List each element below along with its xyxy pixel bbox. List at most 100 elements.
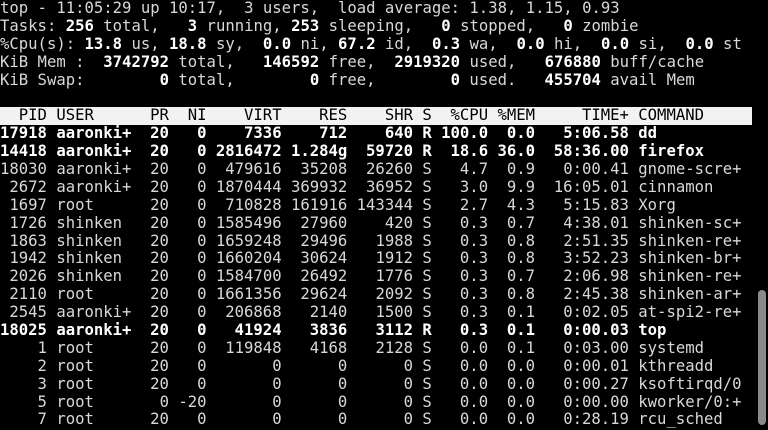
summary-label: sy, <box>206 34 263 53</box>
process-row[interactable]: 2026 shinken 20 0 1584700 26492 1776 S 0.3 0.7 2:0… <box>0 267 768 286</box>
process-row[interactable]: 17918 aaronki+ 20 0 7336 712 640 R 100.0 0.0 5:06.… <box>0 124 768 143</box>
cell-virt: 0 <box>272 374 282 393</box>
cell-virt: 710828 <box>225 195 282 214</box>
cell-command: kworker/0:+ <box>638 392 742 411</box>
summary-label: si, <box>629 34 686 53</box>
process-row[interactable]: 18030 aaronki+ 20 0 479616 35208 26260 S 4.7 0.9 0… <box>0 160 768 179</box>
cell-mem: 36.0 <box>497 142 536 161</box>
cell-time: 2:06.98 <box>563 267 629 286</box>
cell-user: root <box>56 392 94 411</box>
process-row[interactable]: 5 root 0 -20 0 0 0 S 0.0 0.0 0:00.00 kworker/0:+ <box>0 392 768 412</box>
summary-label: buff/cache <box>600 52 705 71</box>
process-row[interactable]: 14418 aaronki+ 20 0 2816472 1.284g 59720 R 18.6 3… <box>0 142 768 161</box>
summary-tasks-line: Tasks: 256 total, 3 running, 253 sleepin… <box>0 16 768 36</box>
cell-pr: 20 <box>150 410 169 429</box>
cell-time: 58:36.00 <box>553 142 629 161</box>
cell-command: shinken-re+ <box>638 231 742 250</box>
summary-label: hi, <box>544 34 601 53</box>
cell-state: S <box>422 231 432 250</box>
process-row[interactable]: 7 root 20 0 0 0 0 S 0.0 0.0 0:28.19 rcu_sched <box>0 411 768 429</box>
cell-command: firefox <box>638 142 704 161</box>
cell-mem: 0.1 <box>506 303 536 322</box>
cell-pid: 14418 <box>0 142 47 161</box>
cell-pr: 20 <box>150 177 169 196</box>
cell-virt: 1584700 <box>215 267 282 286</box>
table-header[interactable]: PID USER PR NI VIRT RES SHR S %CPU %MEM TIME+ COMMA… <box>0 106 752 126</box>
cell-command: shinken-br+ <box>638 249 742 268</box>
summary-label: id, <box>375 34 432 53</box>
cell-time: 0:03.00 <box>563 338 629 357</box>
cell-user: shinken <box>56 231 123 250</box>
summary-label: st <box>713 34 742 53</box>
process-row[interactable]: 2 root 20 0 0 0 0 S 0.0 0.0 0:00.01 kthreadd <box>0 356 768 376</box>
process-row[interactable]: 18025 aaronki+ 20 0 41924 3836 3112 R 0.3 0.1 0:00… <box>0 321 768 340</box>
cell-command: rcu_sched <box>638 410 723 429</box>
header-pr: PR <box>150 106 169 125</box>
summary-label: ni, <box>291 34 339 53</box>
process-row[interactable]: 1863 shinken 20 0 1659248 29496 1988 S 0.3 0.8 2:5… <box>0 231 768 251</box>
process-row[interactable]: 1 root 20 0 119848 4168 2128 S 0.0 0.1 0:03.00 syst… <box>0 338 768 358</box>
process-row[interactable]: 1942 shinken 20 0 1660204 30624 1912 S 0.3 0.8 3:5… <box>0 250 768 268</box>
summary-label: used. <box>460 70 545 89</box>
cell-state: S <box>422 249 432 268</box>
summary-label: wa, <box>460 34 517 53</box>
header-cpu: %CPU <box>450 106 489 125</box>
header-user: USER <box>56 106 94 125</box>
cell-ni: 0 <box>197 321 207 340</box>
cell-user: root <box>56 356 94 375</box>
cell-ni: 0 <box>197 177 207 196</box>
cell-command: kthreadd <box>638 356 714 375</box>
terminal-window[interactable]: top - 11:05:29 up 10:17, 3 users, load a… <box>0 0 768 429</box>
cell-cpu: 0.0 <box>459 410 489 429</box>
cell-pid: 7 <box>37 410 47 429</box>
header-mem: %MEM <box>497 106 536 125</box>
summary-value: 0.0 <box>516 34 545 53</box>
summary-label: stopped, <box>450 16 564 35</box>
process-row[interactable]: 3 root 20 0 0 0 0 S 0.0 0.0 0:00.27 ksoftirqd/0 <box>0 374 768 394</box>
cell-time: 0:00.27 <box>563 374 629 393</box>
process-row[interactable]: 2672 aaronki+ 20 0 1870444 369932 36952 S 3.0 9.9… <box>0 177 768 197</box>
process-row[interactable]: 2545 aaronki+ 20 0 206868 2140 1500 S 0.3 0.1 0:02… <box>0 303 768 322</box>
process-row[interactable]: 1726 shinken 20 0 1585496 27960 420 S 0.3 0.7 4:38… <box>0 213 768 233</box>
cell-shr: 0 <box>403 410 413 429</box>
summary-label: zombie <box>572 16 639 35</box>
summary-label: avail Mem <box>600 70 695 89</box>
cell-ni: 0 <box>197 124 207 143</box>
summary-value: 18.8 <box>169 34 207 53</box>
cell-user: aaronki+ <box>56 124 132 143</box>
cell-time: 0:00.03 <box>563 321 629 340</box>
cell-res: 1.284g <box>290 142 348 161</box>
header-pid: PID <box>18 106 47 125</box>
cell-user: aaronki+ <box>56 160 132 179</box>
summary-value: 0 <box>563 16 573 35</box>
cell-virt: 1661356 <box>215 285 282 304</box>
cell-mem: 0.8 <box>506 285 536 304</box>
cell-user: root <box>56 195 94 214</box>
top-summary: top - 11:05:29 up 10:17, 3 users, load a… <box>0 0 768 89</box>
cell-command: at-spi2-re+ <box>638 303 742 322</box>
cell-cpu: 100.0 <box>441 124 489 143</box>
cell-pid: 2545 <box>9 303 47 322</box>
cell-shr: 1500 <box>375 303 413 322</box>
scrollbar-thumb[interactable] <box>758 290 766 425</box>
header-ni: NI <box>187 106 207 125</box>
cell-pr: 20 <box>150 321 169 340</box>
cell-res: 0 <box>337 392 348 411</box>
cell-state: S <box>422 303 432 322</box>
cell-shr: 2128 <box>375 338 413 357</box>
summary-value: 0.0 <box>600 34 630 53</box>
cell-virt: 1585496 <box>215 213 282 232</box>
cell-time: 2:51.35 <box>563 231 629 250</box>
process-row[interactable]: 2110 root 20 0 1661356 29624 2092 S 0.3 0.8 2:45.3… <box>0 285 768 304</box>
cell-virt: 7336 <box>244 124 282 143</box>
header-shr: SHR <box>384 106 413 125</box>
summary-label: sleeping, <box>319 16 442 35</box>
cell-user: aaronki+ <box>56 321 132 340</box>
cell-ni: 0 <box>197 195 207 214</box>
cell-pid: 17918 <box>0 124 47 143</box>
process-row[interactable]: 1697 root 20 0 710828 161916 143344 S 2.7 4.3 5:15… <box>0 195 768 215</box>
cell-shr: 59720 <box>366 142 413 161</box>
cell-pid: 2 <box>37 356 47 375</box>
cell-state: S <box>422 177 432 196</box>
cell-pr: 20 <box>150 374 169 393</box>
